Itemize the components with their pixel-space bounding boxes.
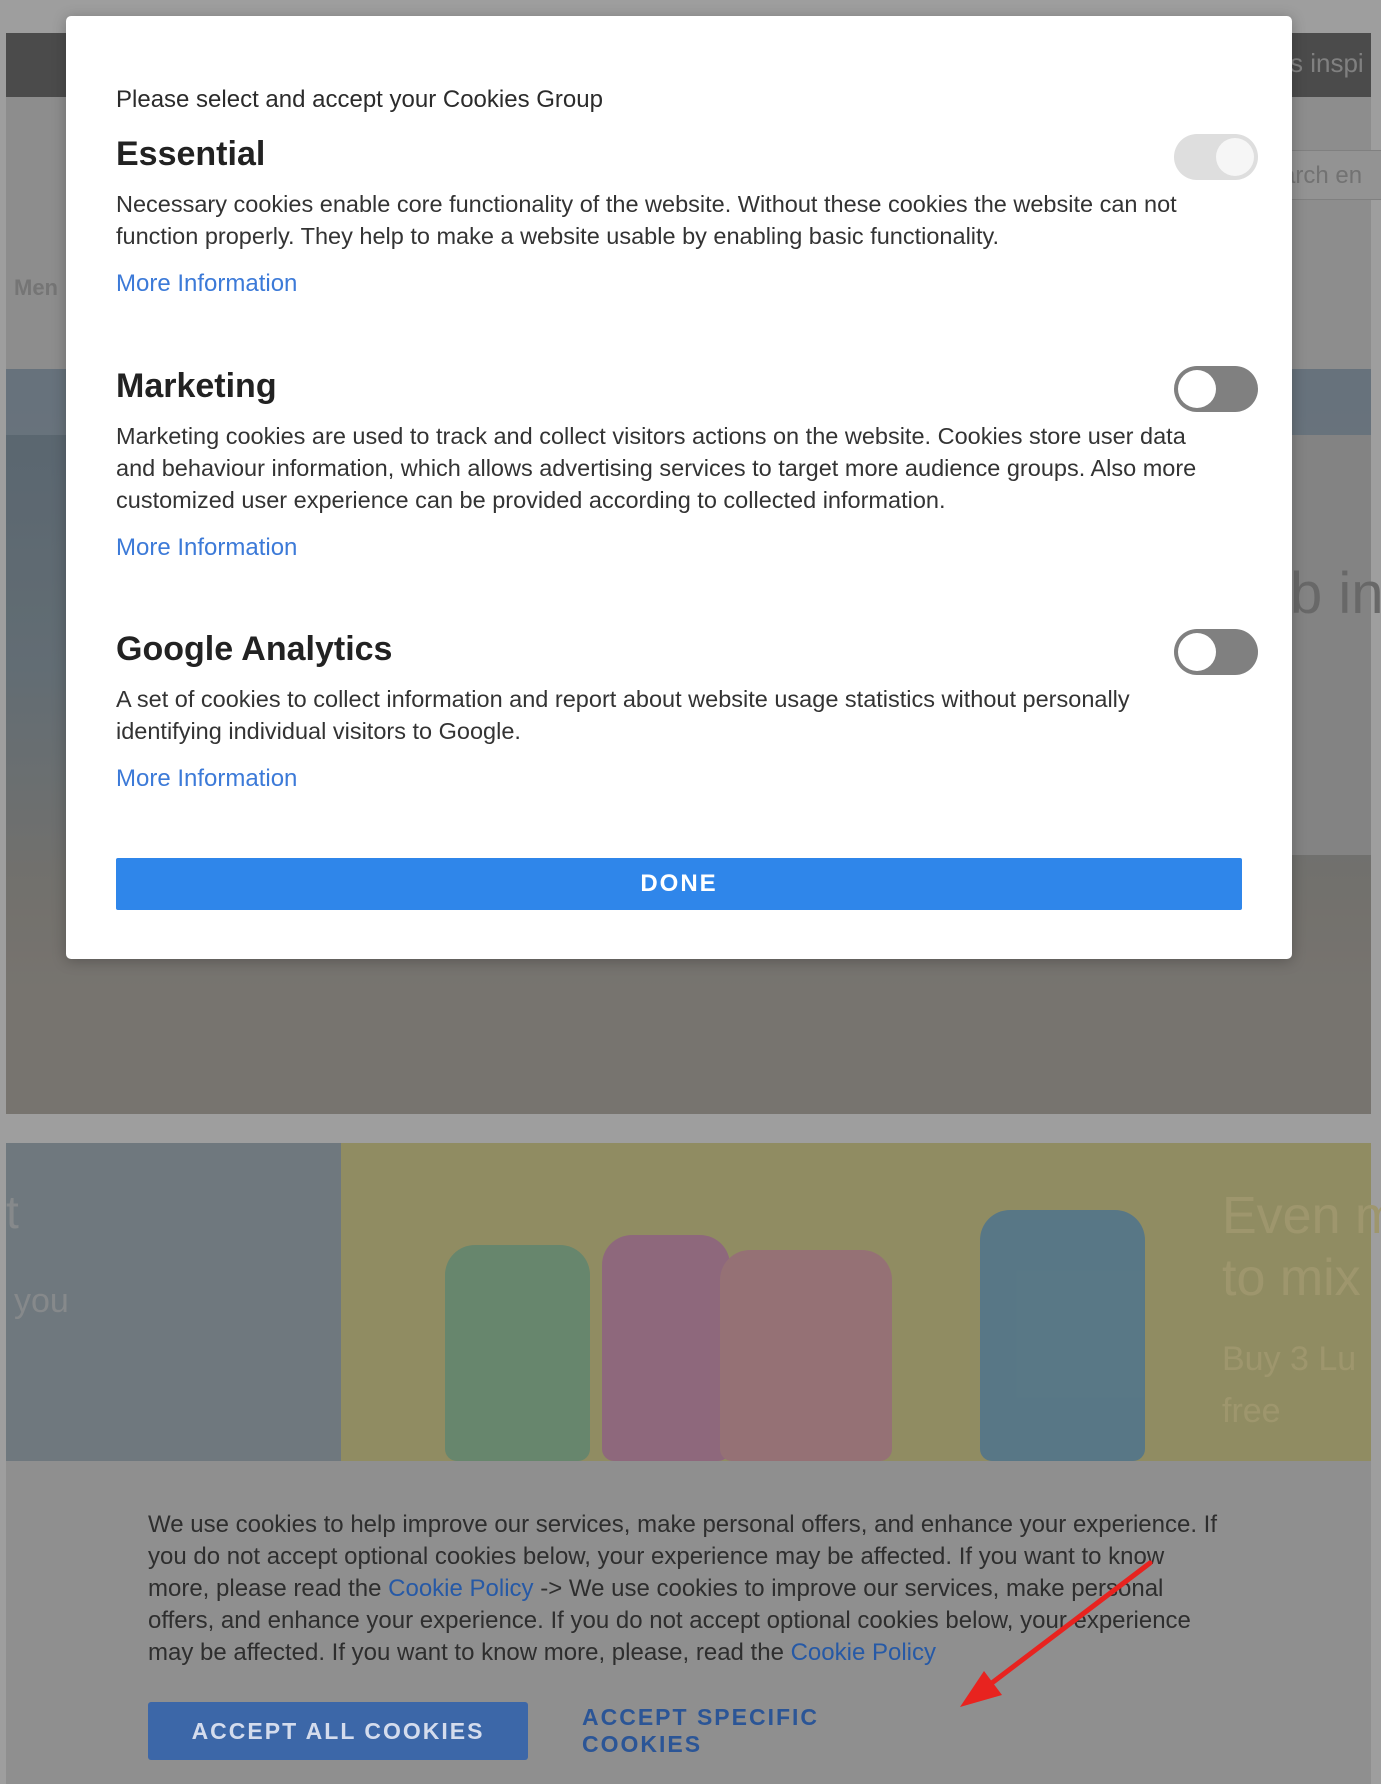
cookie-policy-link-2[interactable]: Cookie Policy <box>791 1639 936 1666</box>
accept-all-cookies-button[interactable]: ACCEPT ALL COOKIES <box>148 1702 528 1760</box>
toggle-knob <box>1178 633 1216 671</box>
annotation-arrow-icon <box>960 1560 1153 1707</box>
cookie-policy-link-1[interactable]: Cookie Policy <box>388 1575 533 1602</box>
group-title: Google Analytics <box>116 630 393 668</box>
done-button[interactable]: DONE <box>116 858 1242 910</box>
page: s inspi arch en Men b in t you Even m to… <box>0 0 1381 1784</box>
cookie-settings-modal: Please select and accept your Cookies Gr… <box>66 16 1292 959</box>
cookie-group-marketing: Marketing Marketing cookies are used to … <box>116 366 1258 562</box>
accept-specific-cookies-button[interactable]: ACCEPT SPECIFIC COOKIES <box>570 1702 950 1760</box>
toggle-knob <box>1178 370 1216 408</box>
more-information-link[interactable]: More Information <box>116 534 297 562</box>
group-description: Necessary cookies enable core functional… <box>116 191 1177 249</box>
cookie-group-essential: Essential Necessary cookies enable core … <box>116 134 1258 298</box>
more-information-link[interactable]: More Information <box>116 765 297 793</box>
group-title: Essential <box>116 135 266 173</box>
cookie-group-google-analytics: Google Analytics A set of cookies to col… <box>116 629 1258 793</box>
group-description: Marketing cookies are used to track and … <box>116 423 1197 513</box>
modal-intro-text: Please select and accept your Cookies Gr… <box>116 86 603 113</box>
marketing-toggle[interactable] <box>1174 366 1258 412</box>
more-information-link[interactable]: More Information <box>116 270 297 298</box>
group-title: Marketing <box>116 367 277 405</box>
google-analytics-toggle[interactable] <box>1174 629 1258 675</box>
toggle-knob <box>1216 138 1254 176</box>
essential-toggle <box>1174 134 1258 180</box>
group-description: A set of cookies to collect information … <box>116 686 1130 744</box>
